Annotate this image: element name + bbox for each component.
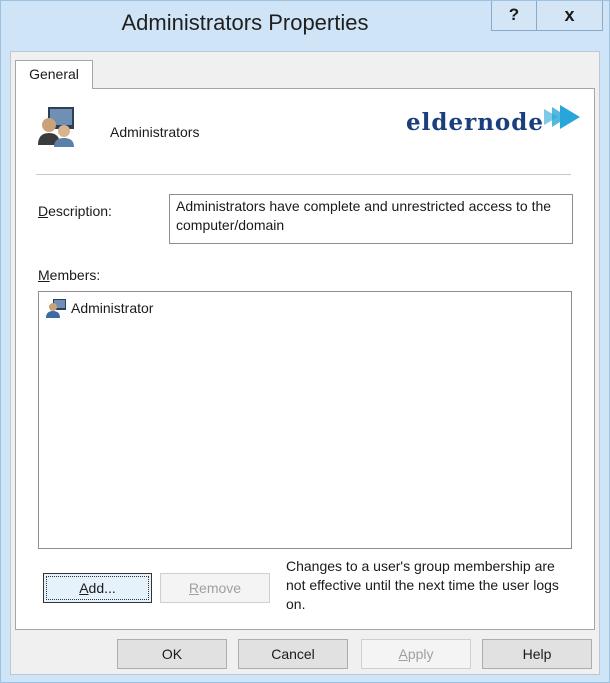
separator — [36, 174, 571, 175]
help-title-button[interactable]: ? — [491, 1, 537, 31]
user-icon — [46, 299, 66, 318]
apply-button[interactable]: Apply — [361, 639, 471, 669]
properties-dialog: Administrators Properties ? x General Ad… — [0, 0, 610, 683]
close-button[interactable]: x — [537, 1, 603, 31]
members-label: Members: — [38, 267, 101, 283]
list-item[interactable]: Administrator — [45, 298, 153, 318]
membership-note: Changes to a user's group membership are… — [286, 558, 559, 612]
cancel-button[interactable]: Cancel — [238, 639, 348, 669]
play-arrows-icon — [544, 105, 580, 129]
remove-button[interactable]: Remove — [160, 573, 270, 603]
tab-general[interactable]: General — [15, 60, 93, 89]
title-bar[interactable]: Administrators Properties ? x — [1, 1, 609, 45]
ok-button[interactable]: OK — [117, 639, 227, 669]
dialog-client-area: General Administrators eldernode Descrip… — [10, 51, 600, 675]
user-group-icon — [38, 107, 74, 147]
description-label: Description: — [38, 203, 112, 219]
add-button[interactable]: Add... — [43, 573, 152, 603]
eldernode-logo: eldernode — [406, 105, 586, 139]
description-field[interactable]: Administrators have complete and unrestr… — [169, 194, 573, 244]
group-name: Administrators — [110, 124, 200, 140]
members-list[interactable]: Administrator — [38, 291, 572, 549]
general-tab-panel: Administrators eldernode Description: Ad… — [15, 88, 595, 630]
dialog-title: Administrators Properties — [121, 10, 369, 35]
logo-text: eldernode — [406, 109, 544, 136]
help-button[interactable]: Help — [482, 639, 592, 669]
member-name: Administrator — [71, 300, 154, 316]
